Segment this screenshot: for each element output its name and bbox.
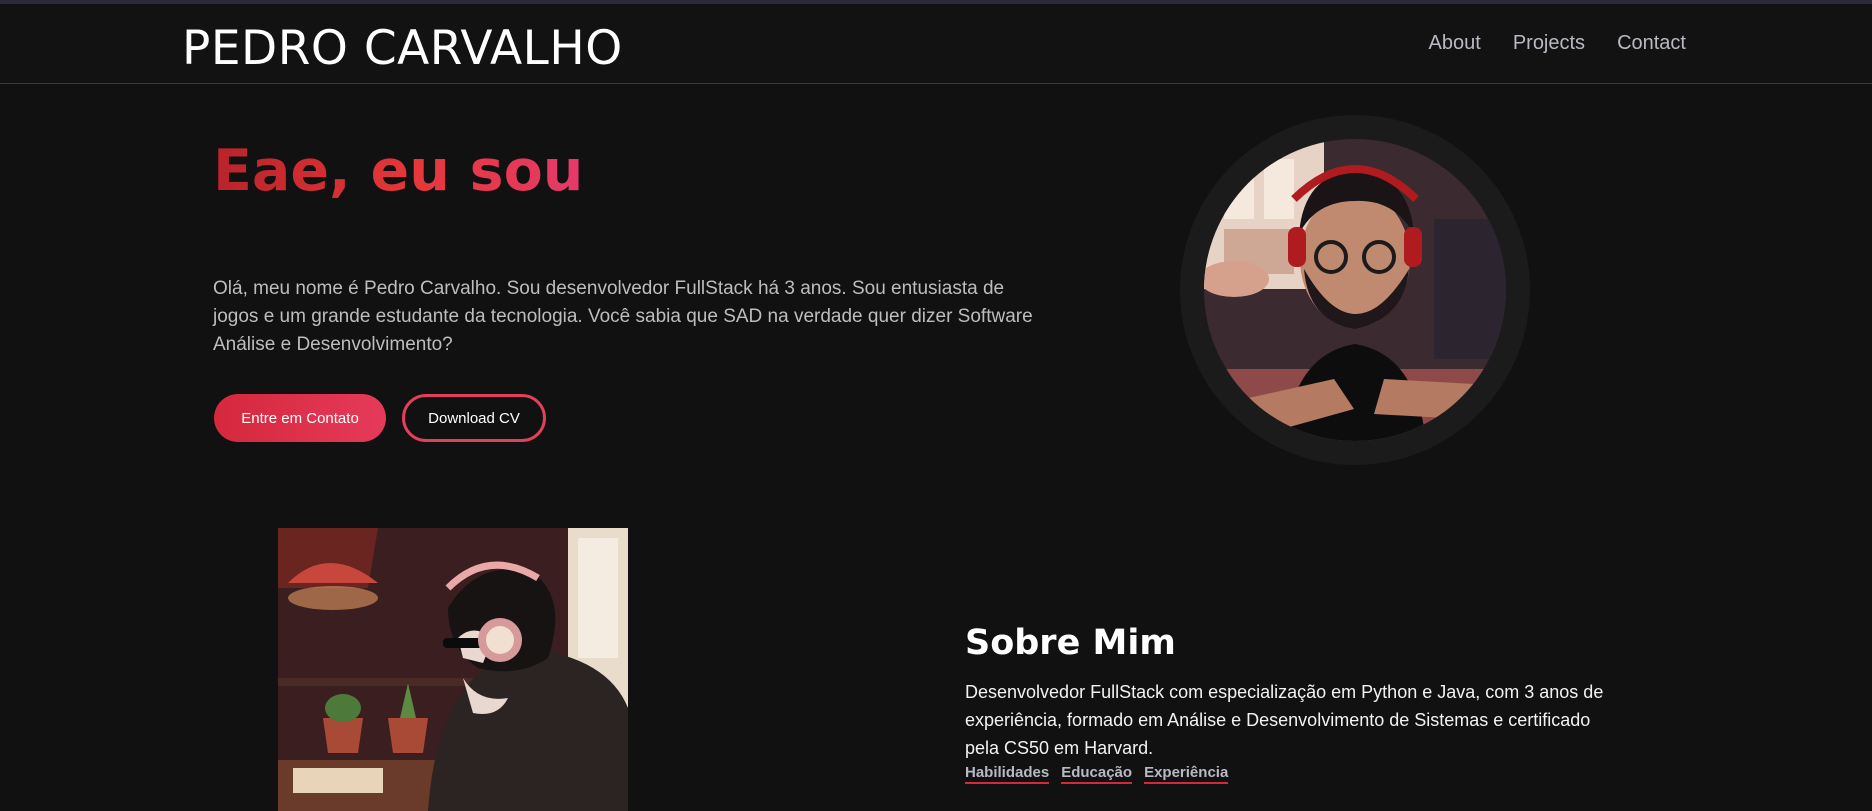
brand-logo[interactable]: PEDRO CARVALHO — [182, 21, 623, 76]
nav-link-contact[interactable]: Contact — [1617, 32, 1686, 55]
hero-title: Eae, eu sou — [213, 138, 584, 204]
contact-button[interactable]: Entre em Contato — [214, 394, 386, 442]
main-nav: About Projects Contact — [1429, 32, 1686, 55]
nav-link-about[interactable]: About — [1429, 32, 1481, 55]
tab-experience[interactable]: Experiência — [1144, 764, 1229, 784]
about-illustration — [278, 528, 628, 811]
tab-education[interactable]: Educação — [1061, 764, 1133, 784]
about-title: Sobre Mim — [965, 623, 1176, 663]
hero-description: Olá, meu nome é Pedro Carvalho. Sou dese… — [213, 278, 1033, 355]
download-cv-button[interactable]: Download CV — [402, 394, 546, 442]
profile-avatar — [1204, 139, 1506, 441]
about-description: Desenvolvedor FullStack com especializaç… — [965, 682, 1604, 758]
tab-skills[interactable]: Habilidades — [965, 764, 1050, 784]
about-tabs: Habilidades Educação Experiência — [965, 764, 1229, 784]
nav-link-projects[interactable]: Projects — [1513, 32, 1585, 55]
site-header: PEDRO CARVALHO About Projects Contact — [0, 4, 1872, 84]
